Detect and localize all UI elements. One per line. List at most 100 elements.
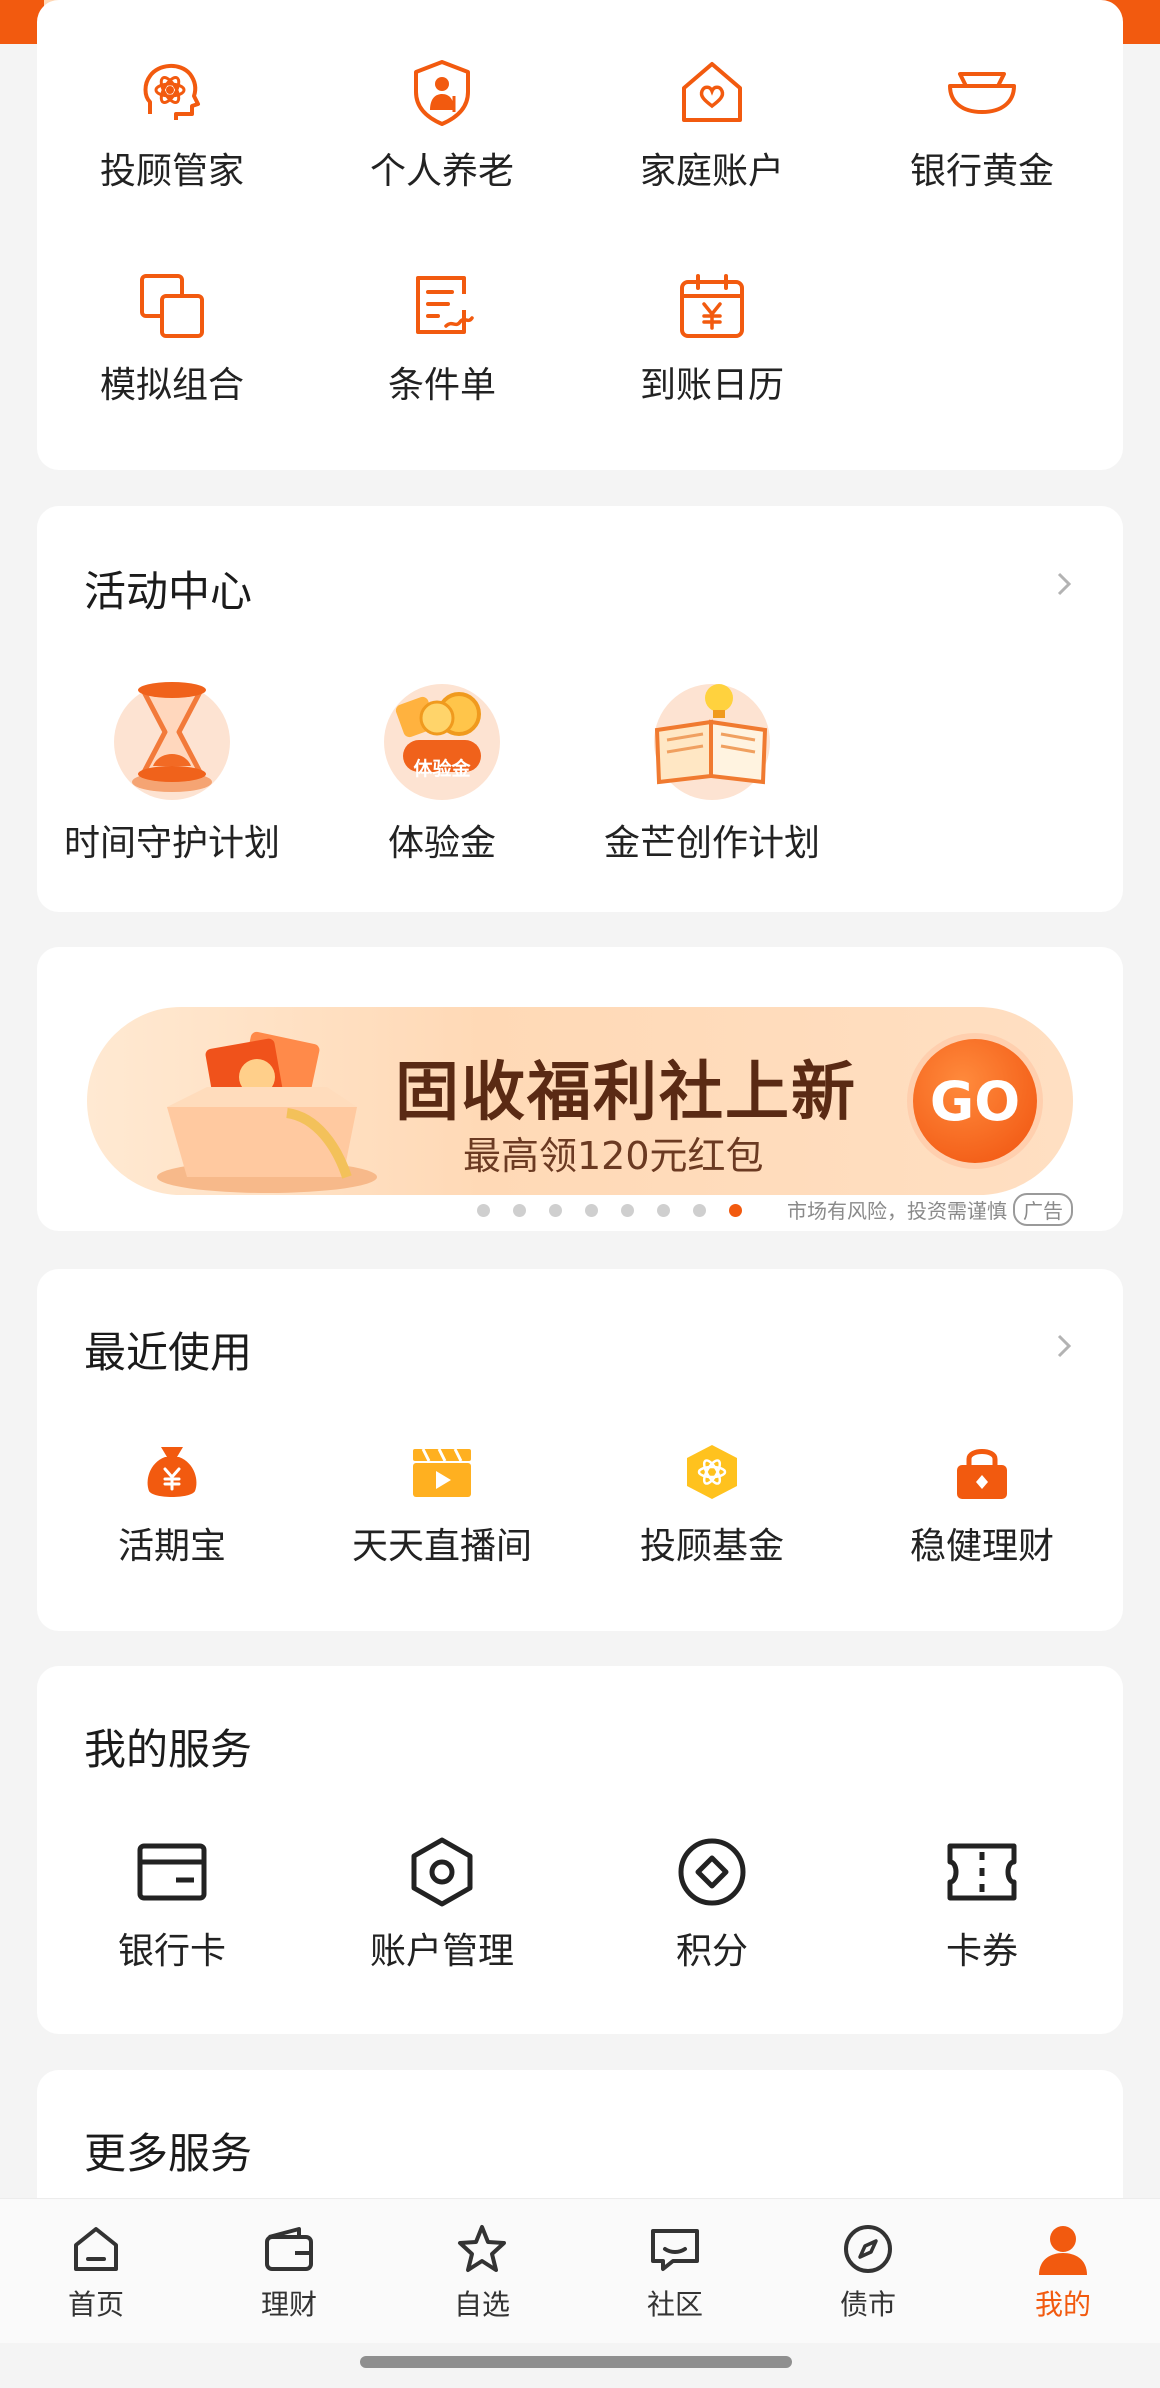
- carousel-dot-active[interactable]: [729, 1204, 742, 1217]
- tab-home[interactable]: 首页: [26, 2221, 166, 2323]
- tab-label: 社区: [646, 2288, 703, 2321]
- chevron-right-icon[interactable]: [1049, 569, 1079, 599]
- recent-label: 稳健理财: [909, 1526, 1054, 1567]
- tab-bond-market[interactable]: 债市: [798, 2221, 938, 2323]
- coupon-ticket-icon: [947, 1843, 1017, 1901]
- section-title: 活动中心: [84, 567, 253, 616]
- family-house-icon: [682, 62, 742, 122]
- book-bulb-icon: [654, 684, 770, 800]
- service-account-manage[interactable]: 账户管理: [307, 1836, 577, 1974]
- carousel-dot[interactable]: [657, 1204, 670, 1217]
- tab-mine[interactable]: 我的: [993, 2221, 1133, 2323]
- tool-label: 模拟组合: [99, 365, 244, 406]
- tool-label: 银行黄金: [909, 151, 1054, 192]
- carousel-dot[interactable]: [693, 1204, 706, 1217]
- points-diamond-icon: [678, 1838, 746, 1906]
- hex-atom-icon: [687, 1445, 737, 1499]
- service-coupons[interactable]: 卡券: [847, 1836, 1117, 1974]
- tool-label: 家庭账户: [639, 151, 784, 192]
- tab-label: 自选: [453, 2288, 510, 2321]
- tools-card: 投顾管家 个人养老 家庭账户 银行黄金 模拟组合 条件单 到账日历: [37, 0, 1123, 470]
- person-icon: [1039, 2226, 1087, 2275]
- bottom-tab-bar: 首页 理财 自选 社区 债市 我的: [0, 2198, 1160, 2343]
- chat-icon: [651, 2229, 699, 2271]
- carousel-dot[interactable]: [477, 1204, 490, 1217]
- section-title: 我的服务: [84, 1725, 253, 1774]
- recent-item-live[interactable]: 天天直播间: [307, 1441, 577, 1569]
- tab-label: 理财: [260, 2288, 317, 2321]
- carousel-dots[interactable]: [477, 1204, 742, 1217]
- service-label: 卡券: [945, 1931, 1018, 1972]
- tool-advisor[interactable]: 投顾管家: [37, 56, 307, 194]
- ad-tag: 广告: [1013, 1193, 1073, 1226]
- tool-simulate[interactable]: 模拟组合: [37, 270, 307, 408]
- service-points[interactable]: 积分: [577, 1836, 847, 1974]
- account-hex-icon: [411, 1837, 473, 1907]
- pension-shield-icon: [414, 60, 470, 126]
- tool-family[interactable]: 家庭账户: [577, 56, 847, 194]
- service-label: 账户管理: [369, 1931, 514, 1972]
- tool-condition-order[interactable]: 条件单: [307, 270, 577, 408]
- tab-community[interactable]: 社区: [605, 2221, 745, 2323]
- compass-icon: [844, 2225, 892, 2273]
- recent-item-advisory-fund[interactable]: 投顾基金: [577, 1441, 847, 1569]
- promo-card: 固收福利社上新 最高领120元红包 GO 市场有风险，投资需谨慎 广告: [37, 947, 1123, 1231]
- activity-item-trial-gold[interactable]: 体验金 体验金: [307, 670, 577, 866]
- calendar-yuan-icon: [680, 274, 744, 338]
- recent-item-huoqibao[interactable]: 活期宝: [37, 1441, 307, 1569]
- activity-card: 活动中心 时间守护计划 体验金 体验金 金芒创作计划: [37, 506, 1123, 912]
- service-bank-card[interactable]: 银行卡: [37, 1836, 307, 1974]
- carousel-dot[interactable]: [513, 1204, 526, 1217]
- home-icon: [74, 2227, 118, 2271]
- tool-label: 条件单: [387, 365, 496, 406]
- tool-pension[interactable]: 个人养老: [307, 56, 577, 194]
- simulate-portfolio-icon: [140, 274, 204, 338]
- risk-note: 市场有风险，投资需谨慎: [787, 1199, 1007, 1223]
- activity-label: 金芒创作计划: [603, 823, 820, 864]
- activity-label: 时间守护计划: [63, 823, 280, 864]
- recent-label: 天天直播间: [351, 1526, 532, 1567]
- gift-box-icon: [157, 1031, 377, 1193]
- carousel-dot[interactable]: [585, 1204, 598, 1217]
- star-icon: [458, 2225, 506, 2272]
- bank-card-icon: [137, 1843, 207, 1901]
- chevron-right-icon[interactable]: [1049, 1331, 1079, 1361]
- wallet-icon: [265, 2227, 313, 2271]
- activity-item-creator[interactable]: 金芒创作计划: [577, 670, 847, 866]
- trial-gold-badge: 体验金: [413, 758, 471, 780]
- recent-label: 活期宝: [117, 1526, 226, 1567]
- lock-icon: [957, 1449, 1007, 1499]
- hourglass-icon: [114, 682, 230, 800]
- tool-gold[interactable]: 银行黄金: [847, 56, 1117, 194]
- recent-item-steady[interactable]: 稳健理财: [847, 1441, 1117, 1569]
- tab-finance[interactable]: 理财: [219, 2221, 359, 2323]
- carousel-dot[interactable]: [621, 1204, 634, 1217]
- gold-ingot-icon: [948, 72, 1016, 114]
- promo-banner[interactable]: 固收福利社上新 最高领120元红包 GO: [87, 1007, 1073, 1195]
- section-title: 最近使用: [84, 1328, 253, 1377]
- live-clapper-icon: [413, 1448, 471, 1497]
- banner-title: 固收福利社上新: [395, 1056, 857, 1130]
- tab-watchlist[interactable]: 自选: [412, 2221, 552, 2323]
- tool-label: 个人养老: [369, 151, 514, 192]
- advisor-head-icon: [143, 64, 200, 120]
- condition-order-icon: [416, 276, 474, 334]
- carousel-dot[interactable]: [549, 1204, 562, 1217]
- recent-card: 最近使用 活期宝 天天直播间 投顾基金 稳健理财: [37, 1269, 1123, 1631]
- home-indicator[interactable]: [360, 2356, 792, 2368]
- activity-label: 体验金: [387, 823, 496, 864]
- money-bag-icon: [147, 1447, 197, 1497]
- tab-label: 我的: [1034, 2288, 1091, 2321]
- banner-go-button[interactable]: GO: [913, 1039, 1037, 1163]
- risk-disclaimer: 市场有风险，投资需谨慎 广告: [787, 1193, 1073, 1226]
- my-services-card: 我的服务 银行卡 账户管理 积分 卡券: [37, 1666, 1123, 2034]
- section-title: 更多服务: [84, 2129, 253, 2178]
- banner-subtitle: 最高领120元红包: [463, 1134, 764, 1178]
- tool-calendar[interactable]: 到账日历: [577, 270, 847, 408]
- tab-label: 首页: [67, 2288, 124, 2321]
- recent-label: 投顾基金: [639, 1526, 784, 1567]
- service-label: 银行卡: [117, 1931, 226, 1972]
- activity-item-time-guard[interactable]: 时间守护计划: [37, 670, 307, 866]
- tool-label: 到账日历: [639, 365, 784, 406]
- tool-label: 投顾管家: [99, 151, 244, 192]
